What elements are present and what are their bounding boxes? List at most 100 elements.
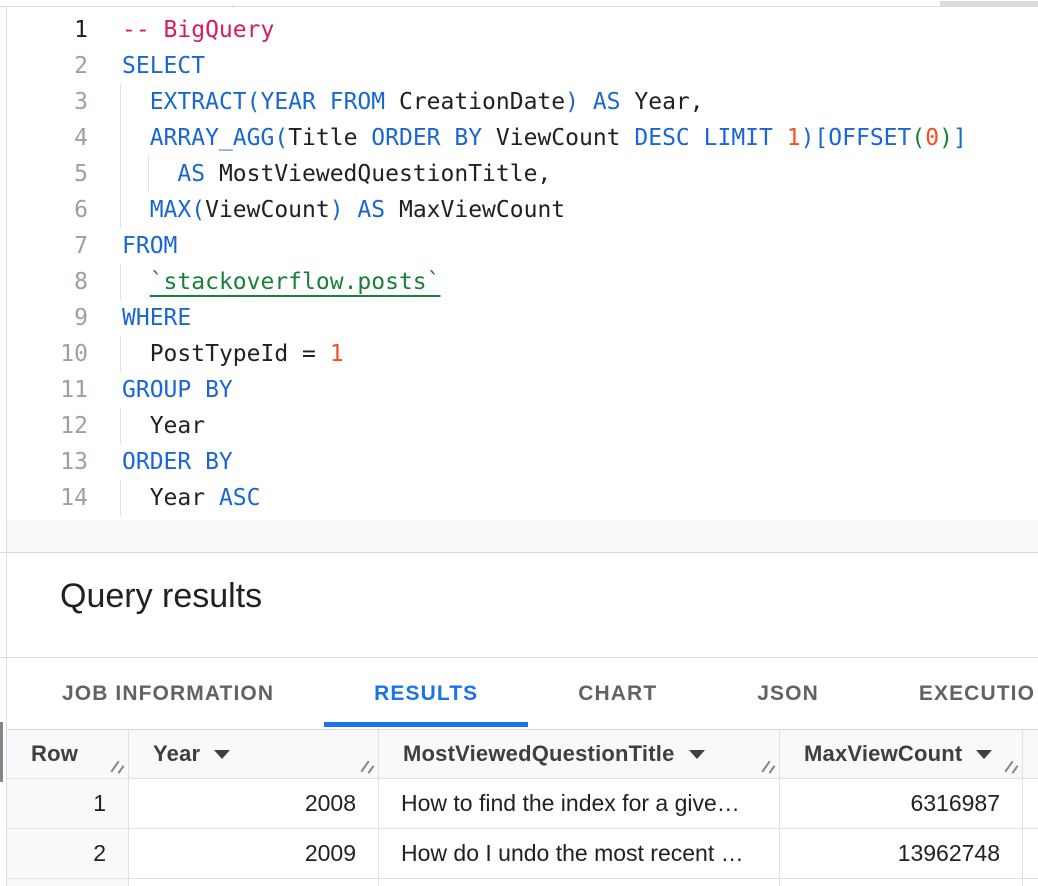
code-lines: 1-- BigQuery2SELECT3 EXTRACT(YEAR FROM C… bbox=[7, 12, 1038, 516]
sort-dropdown-icon[interactable] bbox=[976, 750, 992, 759]
column-header-maxviewcount[interactable]: MaxViewCount bbox=[780, 730, 1023, 778]
data-cell: 2008 bbox=[129, 779, 379, 828]
code-text: SELECT bbox=[122, 48, 205, 84]
vertical-scrollbar-thumb[interactable] bbox=[0, 722, 3, 782]
line-number: 4 bbox=[7, 120, 88, 156]
active-tab-underline bbox=[324, 722, 528, 727]
code-line: 2 SELECT bbox=[7, 48, 1038, 84]
sort-dropdown-icon[interactable] bbox=[689, 750, 705, 759]
tab-label: CHART bbox=[578, 682, 657, 706]
editor-bottom-gutter bbox=[7, 520, 1038, 552]
data-cell bbox=[1023, 879, 1038, 886]
column-resize-handle[interactable] bbox=[111, 760, 125, 775]
row-number-cell bbox=[7, 879, 129, 886]
line-number: 5 bbox=[7, 156, 88, 192]
table-header-row: Row Year MostViewedQuestionTitle MaxViewCou… bbox=[7, 730, 1038, 779]
data-cell: How do I undo the most recent … bbox=[379, 829, 780, 878]
code-line: 1 -- BigQuery bbox=[7, 12, 1038, 48]
row-number-cell: 1 bbox=[7, 779, 129, 828]
sql-editor[interactable]: 1-- BigQuery2SELECT3 EXTRACT(YEAR FROM C… bbox=[7, 7, 1038, 520]
tab-bar: JOB INFORMATIONRESULTS CHART JSON EXECUTIO bbox=[7, 658, 1038, 729]
code-text: PostTypeId = 1 bbox=[122, 336, 344, 372]
line-number: 11 bbox=[7, 372, 88, 408]
code-text: `stackoverflow.posts` bbox=[122, 264, 441, 300]
tab-results[interactable]: RESULTS bbox=[324, 658, 528, 729]
table-row: 12008How to find the index for a give…63… bbox=[7, 779, 1038, 829]
data-cell bbox=[1023, 829, 1038, 878]
column-header-label: Year bbox=[153, 741, 200, 767]
line-number: 2 bbox=[7, 48, 88, 84]
tab-job-information[interactable]: JOB INFORMATION bbox=[12, 658, 324, 729]
line-number: 7 bbox=[7, 228, 88, 264]
column-resize-handle[interactable] bbox=[1005, 760, 1019, 775]
indent-guide bbox=[120, 84, 121, 120]
code-line: 10 PostTypeId = 1 bbox=[7, 336, 1038, 372]
code-text: ORDER BY bbox=[122, 444, 233, 480]
table-row: 22009How do I undo the most recent …1396… bbox=[7, 829, 1038, 879]
data-cell bbox=[379, 879, 780, 886]
row-number-cell: 2 bbox=[7, 829, 129, 878]
query-results-panel: Query results bbox=[7, 553, 1038, 657]
code-line: 8 `stackoverflow.posts` bbox=[7, 264, 1038, 300]
indent-guide bbox=[120, 156, 121, 192]
line-number: 10 bbox=[7, 336, 88, 372]
line-number: 13 bbox=[7, 444, 88, 480]
tab-label: JSON bbox=[757, 682, 819, 706]
column-header-mostviewedquestiontitle[interactable]: MostViewedQuestionTitle bbox=[379, 730, 780, 778]
data-cell: 13962748 bbox=[780, 829, 1023, 878]
tab-chart[interactable]: CHART bbox=[528, 658, 707, 729]
code-line: 13 ORDER BY bbox=[7, 444, 1038, 480]
indent-guide bbox=[120, 264, 121, 300]
data-cell bbox=[1023, 779, 1038, 828]
line-number: 8 bbox=[7, 264, 88, 300]
data-cell: 2009 bbox=[129, 829, 379, 878]
indent-guide bbox=[148, 156, 149, 192]
data-cell bbox=[780, 879, 1023, 886]
code-text: Year bbox=[122, 408, 205, 444]
code-line: 3 EXTRACT(YEAR FROM CreationDate) AS Yea… bbox=[7, 84, 1038, 120]
line-number: 1 bbox=[7, 12, 88, 48]
table-body: 12008How to find the index for a give…63… bbox=[7, 779, 1038, 886]
table-row bbox=[7, 879, 1038, 886]
code-text: EXTRACT(YEAR FROM CreationDate) AS Year, bbox=[122, 84, 704, 120]
column-header-label: Row bbox=[31, 741, 78, 767]
code-line: 9WHERE bbox=[7, 300, 1038, 336]
sort-dropdown-icon[interactable] bbox=[214, 750, 230, 759]
code-line: 7 FROM bbox=[7, 228, 1038, 264]
indent-guide bbox=[120, 480, 121, 516]
results-table: Row Year MostViewedQuestionTitle MaxViewCou… bbox=[7, 729, 1038, 886]
code-line: 6 MAX(ViewCount) AS MaxViewCount bbox=[7, 192, 1038, 228]
column-header-year[interactable]: Year bbox=[129, 730, 379, 778]
code-text: -- BigQuery bbox=[122, 12, 274, 48]
indent-guide bbox=[120, 120, 121, 156]
line-number: 14 bbox=[7, 480, 88, 516]
code-line: 11 GROUP BY bbox=[7, 372, 1038, 408]
page-title: Query results bbox=[60, 577, 262, 616]
line-number: 3 bbox=[7, 84, 88, 120]
column-resize-handle[interactable] bbox=[361, 760, 375, 775]
column-resize-handle[interactable] bbox=[762, 760, 776, 775]
code-line: 5 AS MostViewedQuestionTitle, bbox=[7, 156, 1038, 192]
bigquery-console: 1-- BigQuery2SELECT3 EXTRACT(YEAR FROM C… bbox=[0, 0, 1038, 886]
code-text: MAX(ViewCount) AS MaxViewCount bbox=[122, 192, 565, 228]
indent-guide bbox=[120, 336, 121, 372]
data-cell bbox=[129, 879, 379, 886]
data-cell: How to find the index for a give… bbox=[379, 779, 780, 828]
code-text: GROUP BY bbox=[122, 372, 233, 408]
column-header-label: MostViewedQuestionTitle bbox=[403, 741, 675, 767]
data-cell: 6316987 bbox=[780, 779, 1023, 828]
tab-label: EXECUTIO bbox=[919, 682, 1035, 706]
code-text: AS MostViewedQuestionTitle, bbox=[122, 156, 551, 192]
code-line: 4 ARRAY_AGG(Title ORDER BY ViewCount DES… bbox=[7, 120, 1038, 156]
line-number: 6 bbox=[7, 192, 88, 228]
tab-executio[interactable]: EXECUTIO bbox=[869, 658, 1038, 729]
indent-guide bbox=[120, 192, 121, 228]
column-header-extra bbox=[1023, 730, 1038, 778]
line-number: 12 bbox=[7, 408, 88, 444]
tab-json[interactable]: JSON bbox=[707, 658, 869, 729]
indent-guide bbox=[120, 408, 121, 444]
code-text: Year ASC bbox=[122, 480, 261, 516]
code-text: FROM bbox=[122, 228, 177, 264]
column-header-label: MaxViewCount bbox=[804, 741, 962, 767]
code-text: ARRAY_AGG(Title ORDER BY ViewCount DESC … bbox=[122, 120, 967, 156]
